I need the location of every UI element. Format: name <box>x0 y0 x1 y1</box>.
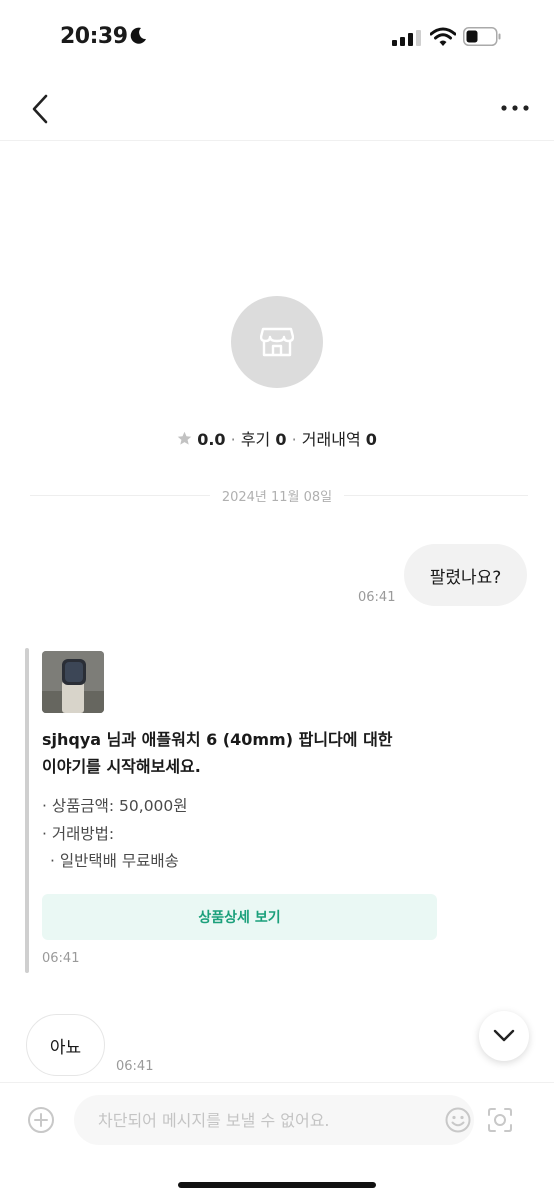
outgoing-message-bubble[interactable]: 팔렸나요? <box>404 544 527 606</box>
product-card-title-line-1: sjhqya 님과 애플워치 6 (40mm) 팝니다에 대한 <box>42 730 393 749</box>
signal-icon <box>392 30 421 46</box>
message-text: 아뇨 <box>49 1037 82 1058</box>
scroll-to-bottom-button[interactable] <box>479 1011 529 1061</box>
product-thumbnail[interactable] <box>42 651 104 713</box>
profile-stats: 0.0 · 후기 0 · 거래내역 0 <box>0 426 554 450</box>
chevron-down-icon <box>493 1029 515 1042</box>
profile-avatar[interactable] <box>231 296 323 388</box>
plus-circle-icon[interactable] <box>27 1106 55 1134</box>
product-card-title-line-2: 이야기를 시작해보세요. <box>42 757 201 776</box>
product-card-title: sjhqya 님과 애플워치 6 (40mm) 팝니다에 대한 이야기를 시작해… <box>42 726 422 780</box>
product-card-accent-bar <box>25 648 29 973</box>
camera-scan-icon[interactable] <box>486 1106 514 1134</box>
product-detail-button[interactable]: 상품상세 보기 <box>42 894 437 940</box>
rating-value: 0.0 <box>197 430 226 449</box>
wifi-icon <box>430 27 456 46</box>
trades-label: 거래내역 <box>301 430 361 449</box>
message-time: 06:41 <box>358 590 396 605</box>
trade-method-label: · 거래방법: <box>42 825 115 843</box>
battery-icon <box>463 27 501 46</box>
reviews-label: 후기 <box>240 430 271 449</box>
chat-date: 2024년 11월 08일 <box>221 490 333 505</box>
reviews-count: 0 <box>275 430 287 449</box>
emoji-icon[interactable] <box>444 1106 472 1134</box>
watch-image <box>42 651 104 713</box>
nav-divider <box>0 140 554 141</box>
back-button[interactable] <box>28 92 56 126</box>
message-input[interactable] <box>74 1095 474 1145</box>
product-card-time: 06:41 <box>42 951 80 966</box>
trade-method-value: · 일반택배 무료배송 <box>50 852 179 870</box>
product-price: · 상품금액: 50,000원 <box>42 797 188 815</box>
star-icon <box>177 431 192 445</box>
home-indicator <box>178 1182 376 1188</box>
message-time: 06:41 <box>116 1059 154 1074</box>
more-options-button[interactable] <box>498 100 532 116</box>
message-text: 팔렸나요? <box>429 567 502 588</box>
store-icon <box>260 327 294 357</box>
status-time: 20:39 <box>60 24 128 49</box>
input-divider <box>0 1082 554 1083</box>
moon-icon <box>130 27 146 44</box>
incoming-message-bubble[interactable]: 아뇨 <box>26 1014 105 1076</box>
trades-count: 0 <box>365 430 377 449</box>
